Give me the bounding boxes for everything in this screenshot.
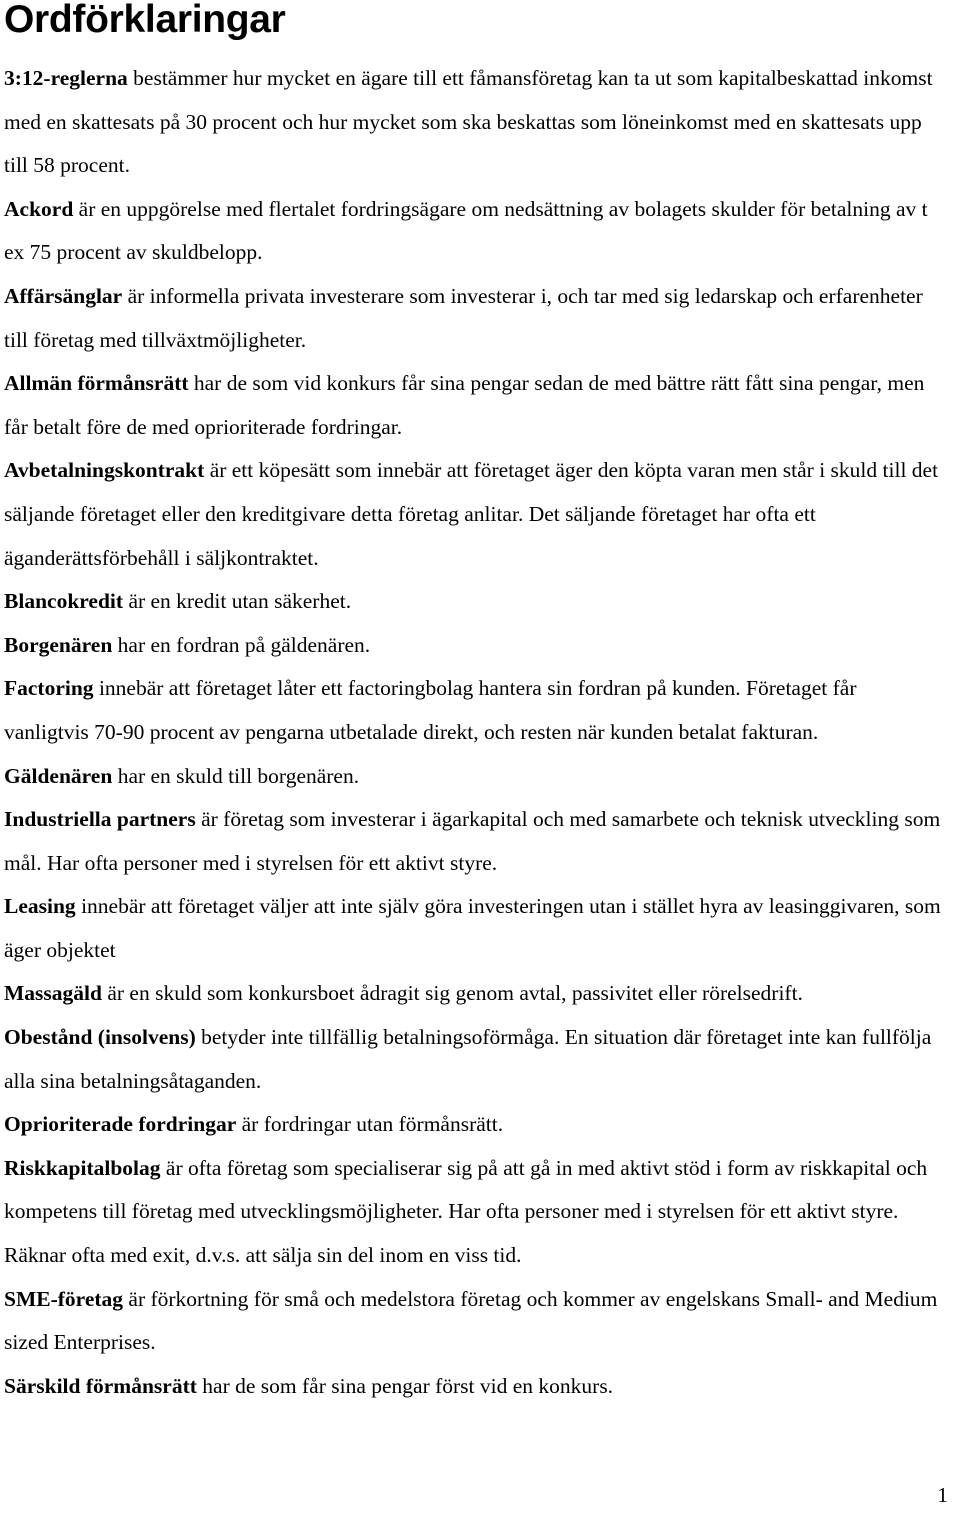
glossary-term: Industriella partners <box>4 807 196 832</box>
glossary-term: Avbetalningskontrakt <box>4 458 205 483</box>
glossary-entry: Industriella partners är företag som inv… <box>4 798 944 885</box>
glossary-definition: är informella privata investerare som in… <box>4 283 923 352</box>
glossary-entry: Affärsänglar är informella privata inves… <box>4 275 944 362</box>
glossary-entry: Särskild förmånsrätt har de som får sina… <box>4 1365 944 1409</box>
glossary-term: Riskkapitalbolag <box>4 1155 161 1180</box>
glossary-term: Allmän förmånsrätt <box>4 371 189 396</box>
glossary-entry: Obestånd (insolvens) betyder inte tillfä… <box>4 1016 944 1103</box>
glossary-entry: Blancokredit är en kredit utan säkerhet. <box>4 580 944 624</box>
glossary-term: SME-företag <box>4 1286 124 1311</box>
glossary-definition: är en kredit utan säkerhet. <box>123 589 352 614</box>
glossary-term: Blancokredit <box>4 589 124 614</box>
glossary-entry: Allmän förmånsrätt har de som vid konkur… <box>4 362 944 449</box>
glossary-term: Borgenären <box>4 632 113 657</box>
glossary-definition: är en uppgörelse med flertalet fordrings… <box>4 196 928 265</box>
glossary-definition: är en skuld som konkursboet ådragit sig … <box>101 981 803 1006</box>
glossary-term: Factoring <box>4 676 94 701</box>
glossary-list: 3:12-reglerna bestämmer hur mycket en äg… <box>4 57 944 1408</box>
glossary-definition: innebär att företaget väljer att inte sj… <box>4 894 941 962</box>
glossary-term: Affärsänglar <box>4 283 123 308</box>
glossary-entry: Riskkapitalbolag är ofta företag som spe… <box>4 1147 944 1278</box>
page-title: Ordförklaringar <box>4 0 286 41</box>
glossary-definition: bestämmer hur mycket en ägare till ett f… <box>4 66 933 178</box>
glossary-entry: Gäldenären har en skuld till borgenären. <box>4 755 944 799</box>
glossary-definition: är förkortning för små och medelstora fö… <box>4 1286 938 1355</box>
glossary-entry: 3:12-reglerna bestämmer hur mycket en äg… <box>4 57 944 188</box>
glossary-term: Särskild förmånsrätt <box>4 1373 197 1398</box>
glossary-entry: Borgenären har en fordran på gäldenären. <box>4 624 944 668</box>
glossary-definition: har en fordran på gäldenären. <box>112 632 371 657</box>
glossary-term: Gäldenären <box>4 763 113 788</box>
glossary-definition: innebär att företaget låter ett factorin… <box>4 676 857 744</box>
glossary-entry: Ackord är en uppgörelse med flertalet fo… <box>4 188 944 275</box>
glossary-entry: Factoring innebär att företaget låter et… <box>4 667 944 754</box>
glossary-term: Leasing <box>4 894 76 919</box>
glossary-term: Obestånd (insolvens) <box>4 1025 196 1050</box>
page-number: 1 <box>937 1483 948 1507</box>
glossary-entry: Leasing innebär att företaget väljer att… <box>4 885 944 972</box>
glossary-definition: är fordringar utan förmånsrätt. <box>236 1112 504 1137</box>
glossary-entry: SME-företag är förkortning för små och m… <box>4 1278 944 1365</box>
glossary-term: Ackord <box>4 196 74 221</box>
glossary-entry: Massagäld är en skuld som konkursboet åd… <box>4 972 944 1016</box>
glossary-definition: har de som får sina pengar först vid en … <box>196 1373 614 1398</box>
glossary-entry: Avbetalningskontrakt är ett köpesätt som… <box>4 449 944 580</box>
glossary-definition: har en skuld till borgenären. <box>112 763 360 788</box>
glossary-term: Oprioriterade fordringar <box>4 1112 237 1137</box>
glossary-entry: Oprioriterade fordringar är fordringar u… <box>4 1103 944 1147</box>
glossary-term: 3:12-reglerna <box>4 66 128 90</box>
glossary-term: Massagäld <box>4 981 102 1006</box>
document-page: Ordförklaringar 3:12-reglerna bestämmer … <box>0 0 960 1520</box>
